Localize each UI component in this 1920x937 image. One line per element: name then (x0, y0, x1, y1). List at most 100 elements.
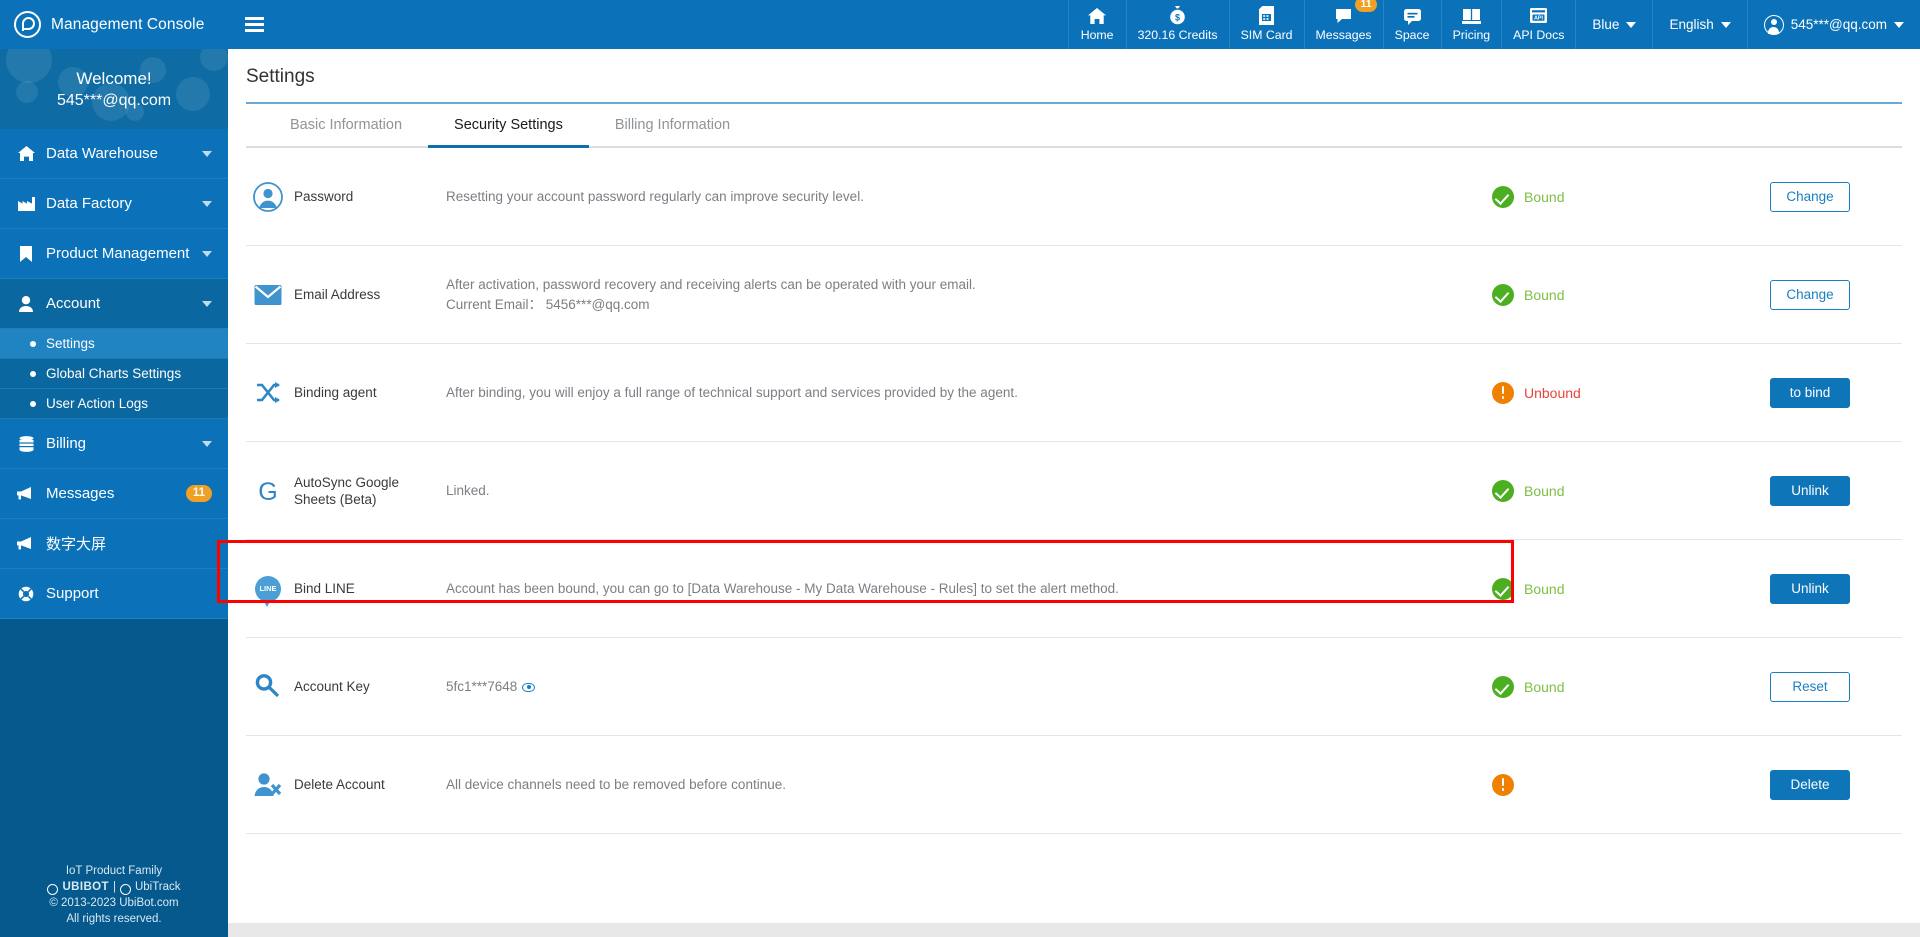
bullet-icon (30, 370, 36, 377)
change-password-button[interactable]: Change (1770, 181, 1850, 212)
account-menu[interactable]: 545***@qq.com (1746, 0, 1920, 49)
chevron-down-icon (202, 250, 212, 257)
status-text-email-address: Bound (1524, 286, 1565, 303)
language-selector[interactable]: English (1652, 0, 1746, 49)
topnav-item-space[interactable]: Space (1382, 0, 1441, 49)
row-action-account-key: Reset (1752, 671, 1902, 702)
chevron-down-icon (1720, 21, 1731, 28)
check-circle-icon (1492, 283, 1514, 306)
sidebar-label-product-management: Product Management (46, 245, 190, 262)
sidebar-item-settings[interactable]: Settings (0, 329, 228, 359)
unlink-google-sheets-button[interactable]: Unlink (1770, 475, 1850, 506)
tab-basic-information[interactable]: Basic Information (264, 104, 428, 148)
reset-account-key-button[interactable]: Reset (1770, 671, 1850, 702)
topnav-item-home[interactable]: Home (1067, 0, 1126, 49)
row-action-password: Change (1752, 181, 1902, 212)
sidebar-item-global-charts-settings[interactable]: Global Charts Settings (0, 359, 228, 389)
topnav-item-messages[interactable]: 11 Messages (1303, 0, 1383, 49)
sidebar-item-data-warehouse[interactable]: Data Warehouse (0, 129, 228, 179)
ubibot-mark-icon (47, 883, 59, 895)
topnav-label-apidocs: API Docs (1513, 28, 1565, 42)
chevron-down-icon (202, 150, 212, 157)
factory-icon (15, 196, 37, 211)
theme-selector[interactable]: Blue (1575, 0, 1652, 49)
bottom-strip (228, 923, 1920, 937)
tab-billing-information[interactable]: Billing Information (589, 104, 756, 148)
footer-brand-ubitrack: UbiTrack (134, 881, 181, 893)
sidebar-item-data-factory[interactable]: Data Factory (0, 179, 228, 229)
status-badge-account-key: Bound (1492, 675, 1752, 698)
sidebar-label-user-action-logs: User Action Logs (46, 396, 149, 411)
sidebar-label-account: Account (46, 295, 101, 312)
svg-text:API: API (1534, 16, 1543, 22)
sidebar-label-support: Support (46, 585, 99, 602)
sidebar-item-account[interactable]: Account (0, 279, 228, 329)
status-badge-binding-agent: Unbound (1492, 381, 1752, 404)
topnav-item-pricing[interactable]: Pricing (1440, 0, 1502, 49)
sidebar-item-user-action-logs[interactable]: User Action Logs (0, 389, 228, 419)
row-label-bind-line: Bind LINE (294, 581, 355, 596)
status-badge-bind-line: Bound (1492, 577, 1752, 600)
sidebar-filler (0, 619, 228, 863)
change-email-button[interactable]: Change (1770, 279, 1850, 310)
chevron-down-icon (202, 300, 212, 307)
user-icon (15, 295, 37, 312)
topnav-label-credits: 320.16 Credits (1137, 28, 1218, 42)
warning-circle-icon (1492, 773, 1514, 796)
topnav-item-apidocs[interactable]: API API Docs (1501, 0, 1575, 49)
chevron-down-icon (202, 440, 212, 447)
topnav-label-pricing: Pricing (1452, 28, 1491, 42)
sidebar-item-messages[interactable]: Messages 11 (0, 469, 228, 519)
settings-rows: Password Resetting your account password… (217, 148, 1920, 834)
sidebar-label-data-factory: Data Factory (46, 195, 132, 212)
sidebar-footer: IoT Product Family UBIBOT | UbiTrack © 2… (0, 863, 228, 937)
sidebar-label-digital-screen: 数字大屏 (46, 536, 107, 553)
sidebar-item-support[interactable]: Support (0, 569, 228, 619)
status-text-autosync-google-sheets: Bound (1524, 482, 1565, 499)
footer-copyright: © 2013-2023 UbiBot.com (49, 897, 179, 909)
sidebar-label-messages: Messages (46, 485, 115, 502)
unlink-line-button[interactable]: Unlink (1770, 573, 1850, 604)
row-label-delete-account: Delete Account (294, 777, 385, 792)
status-badge-delete-account (1492, 773, 1752, 796)
status-badge-password: Bound (1492, 185, 1752, 208)
row-desc-password: Resetting your account password regularl… (446, 188, 864, 204)
tab-security-settings[interactable]: Security Settings (428, 104, 589, 148)
footer-product-family: IoT Product Family (65, 865, 163, 877)
to-bind-button[interactable]: to bind (1770, 377, 1850, 408)
row-desc-email-address: After activation, password recovery and … (420, 275, 1492, 315)
sidebar-item-product-management[interactable]: Product Management (0, 229, 228, 279)
status-text-password: Bound (1524, 188, 1565, 205)
table-row-bind-line: LINE Bind LINE Account has been bound, y… (246, 540, 1902, 638)
row-label-password: Password (294, 189, 354, 204)
top-bar: Management Console Home $ 320.16 Credits (0, 0, 1920, 49)
sidebar-item-billing[interactable]: Billing (0, 419, 228, 469)
row-action-autosync-google-sheets: Unlink (1752, 475, 1902, 506)
topnav-item-simcard[interactable]: SIM Card (1228, 0, 1304, 49)
sidebar: Welcome! 545***@qq.com Data Warehouse Da… (0, 49, 228, 937)
status-badge-email-address: Bound (1492, 283, 1752, 306)
bullet-icon (30, 340, 36, 347)
delete-account-button[interactable]: Delete (1770, 769, 1850, 800)
table-row-binding-agent: Binding agent After binding, you will en… (246, 344, 1902, 442)
welcome-greeting: Welcome! (76, 68, 152, 88)
row-action-email-address: Change (1752, 279, 1902, 310)
account-key-value: 5fc1***7648 (446, 678, 518, 694)
footer-rights: All rights reserved. (66, 913, 162, 925)
row-label-account-key: Account Key (294, 679, 370, 694)
row-desc-email-line2: Current Email： 5456***@qq.com (446, 296, 650, 312)
eye-icon[interactable] (522, 682, 536, 692)
sidebar-item-digital-screen[interactable]: 数字大屏 (0, 519, 228, 569)
check-circle-icon (1492, 577, 1514, 600)
home-icon (15, 146, 37, 161)
topnav-item-credits[interactable]: $ 320.16 Credits (1125, 0, 1229, 49)
status-text-bind-line: Bound (1524, 580, 1565, 597)
money-bag-icon: $ (1169, 6, 1186, 25)
lifebuoy-icon (15, 586, 37, 602)
hamburger-icon[interactable] (234, 0, 274, 49)
table-row-autosync-google-sheets: G AutoSync Google Sheets (Beta) Linked. … (246, 442, 1902, 540)
message-bubble-icon (1334, 6, 1353, 25)
footer-brand-ubibot: UBIBOT (62, 881, 109, 893)
user-delete-icon (251, 772, 285, 798)
row-desc-autosync-google-sheets: Linked. (446, 482, 490, 498)
